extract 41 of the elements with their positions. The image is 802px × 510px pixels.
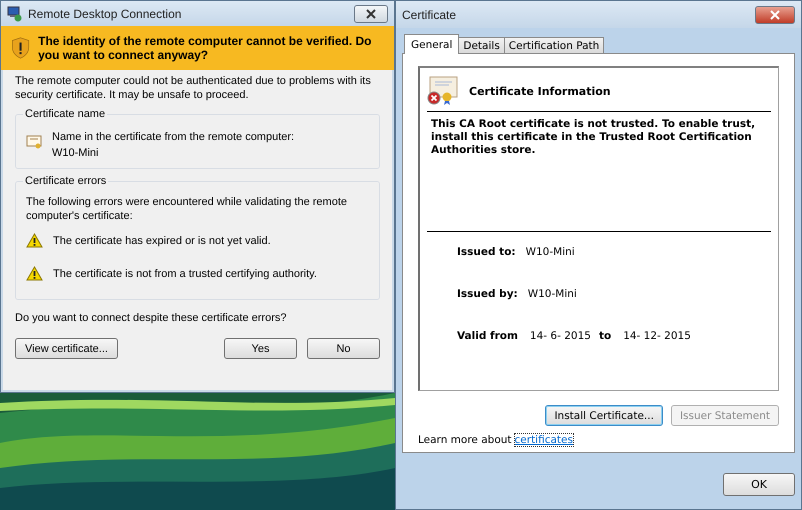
- window-title: Remote Desktop Connection: [28, 6, 182, 20]
- tab[interactable]: General: [404, 34, 460, 54]
- close-icon: [365, 8, 377, 18]
- dialog-button[interactable]: No: [307, 338, 380, 359]
- close-button[interactable]: [354, 4, 388, 22]
- intro-text: The remote computer could not be authenticated due to problems with its security certificate. It may be unsafe to proceed.: [15, 74, 372, 102]
- error-text: The certificate has expired or is not yet valid.: [53, 234, 271, 246]
- question-text: Do you want to connect despite these certificate errors?: [15, 312, 288, 324]
- dialog-button[interactable]: Yes: [224, 338, 297, 359]
- ok-button[interactable]: OK: [723, 473, 795, 496]
- group-title: Certificate errors: [24, 175, 108, 187]
- certificate-error-icon: [427, 76, 459, 106]
- certificate-icon: [26, 134, 42, 150]
- close-icon: [769, 10, 781, 20]
- to-label: to: [598, 330, 612, 344]
- errors-intro: The following errors were encountered while validating the remote computer's certificate:: [26, 195, 348, 223]
- group-title: Certificate name: [24, 108, 106, 120]
- certificate-button[interactable]: Install Certificate...: [545, 405, 663, 426]
- dialog-button[interactable]: View certificate...: [15, 338, 118, 359]
- name-label: Name in the certificate from the remote computer:: [52, 130, 294, 144]
- field-value: W10-Mini: [526, 246, 575, 260]
- field-label: Issued to:: [457, 246, 516, 260]
- tab[interactable]: Certification Path: [504, 37, 604, 54]
- field-label: Issued by:: [457, 288, 518, 302]
- warning-icon: [26, 233, 43, 248]
- warning-icon: [26, 266, 43, 281]
- trust-message: This CA Root certificate is not trusted. To enable trust, install this certificate in the Trusted Root Certification Authorities store.: [427, 112, 771, 232]
- tab[interactable]: Details: [458, 37, 505, 54]
- certificates-link[interactable]: certificates: [514, 434, 573, 446]
- valid-from-date: 14- 6- 2015: [530, 330, 591, 344]
- warning-text: The identity of the remote computer cannot be verified. Do you want to connect anyway?: [38, 34, 372, 62]
- monitor-icon: [7, 6, 23, 22]
- error-text: The certificate is not from a trusted certifying authority.: [53, 268, 317, 280]
- learn-more-text: Learn more about: [418, 434, 512, 446]
- field-value: W10-Mini: [528, 288, 577, 302]
- field-label: Valid from: [457, 330, 518, 344]
- valid-to-date: 14- 12- 2015: [623, 330, 691, 344]
- certificate-name: W10-Mini: [52, 146, 100, 160]
- close-button[interactable]: [755, 6, 795, 24]
- window-title: Certificate: [402, 8, 458, 22]
- info-heading: Certificate Information: [469, 84, 611, 98]
